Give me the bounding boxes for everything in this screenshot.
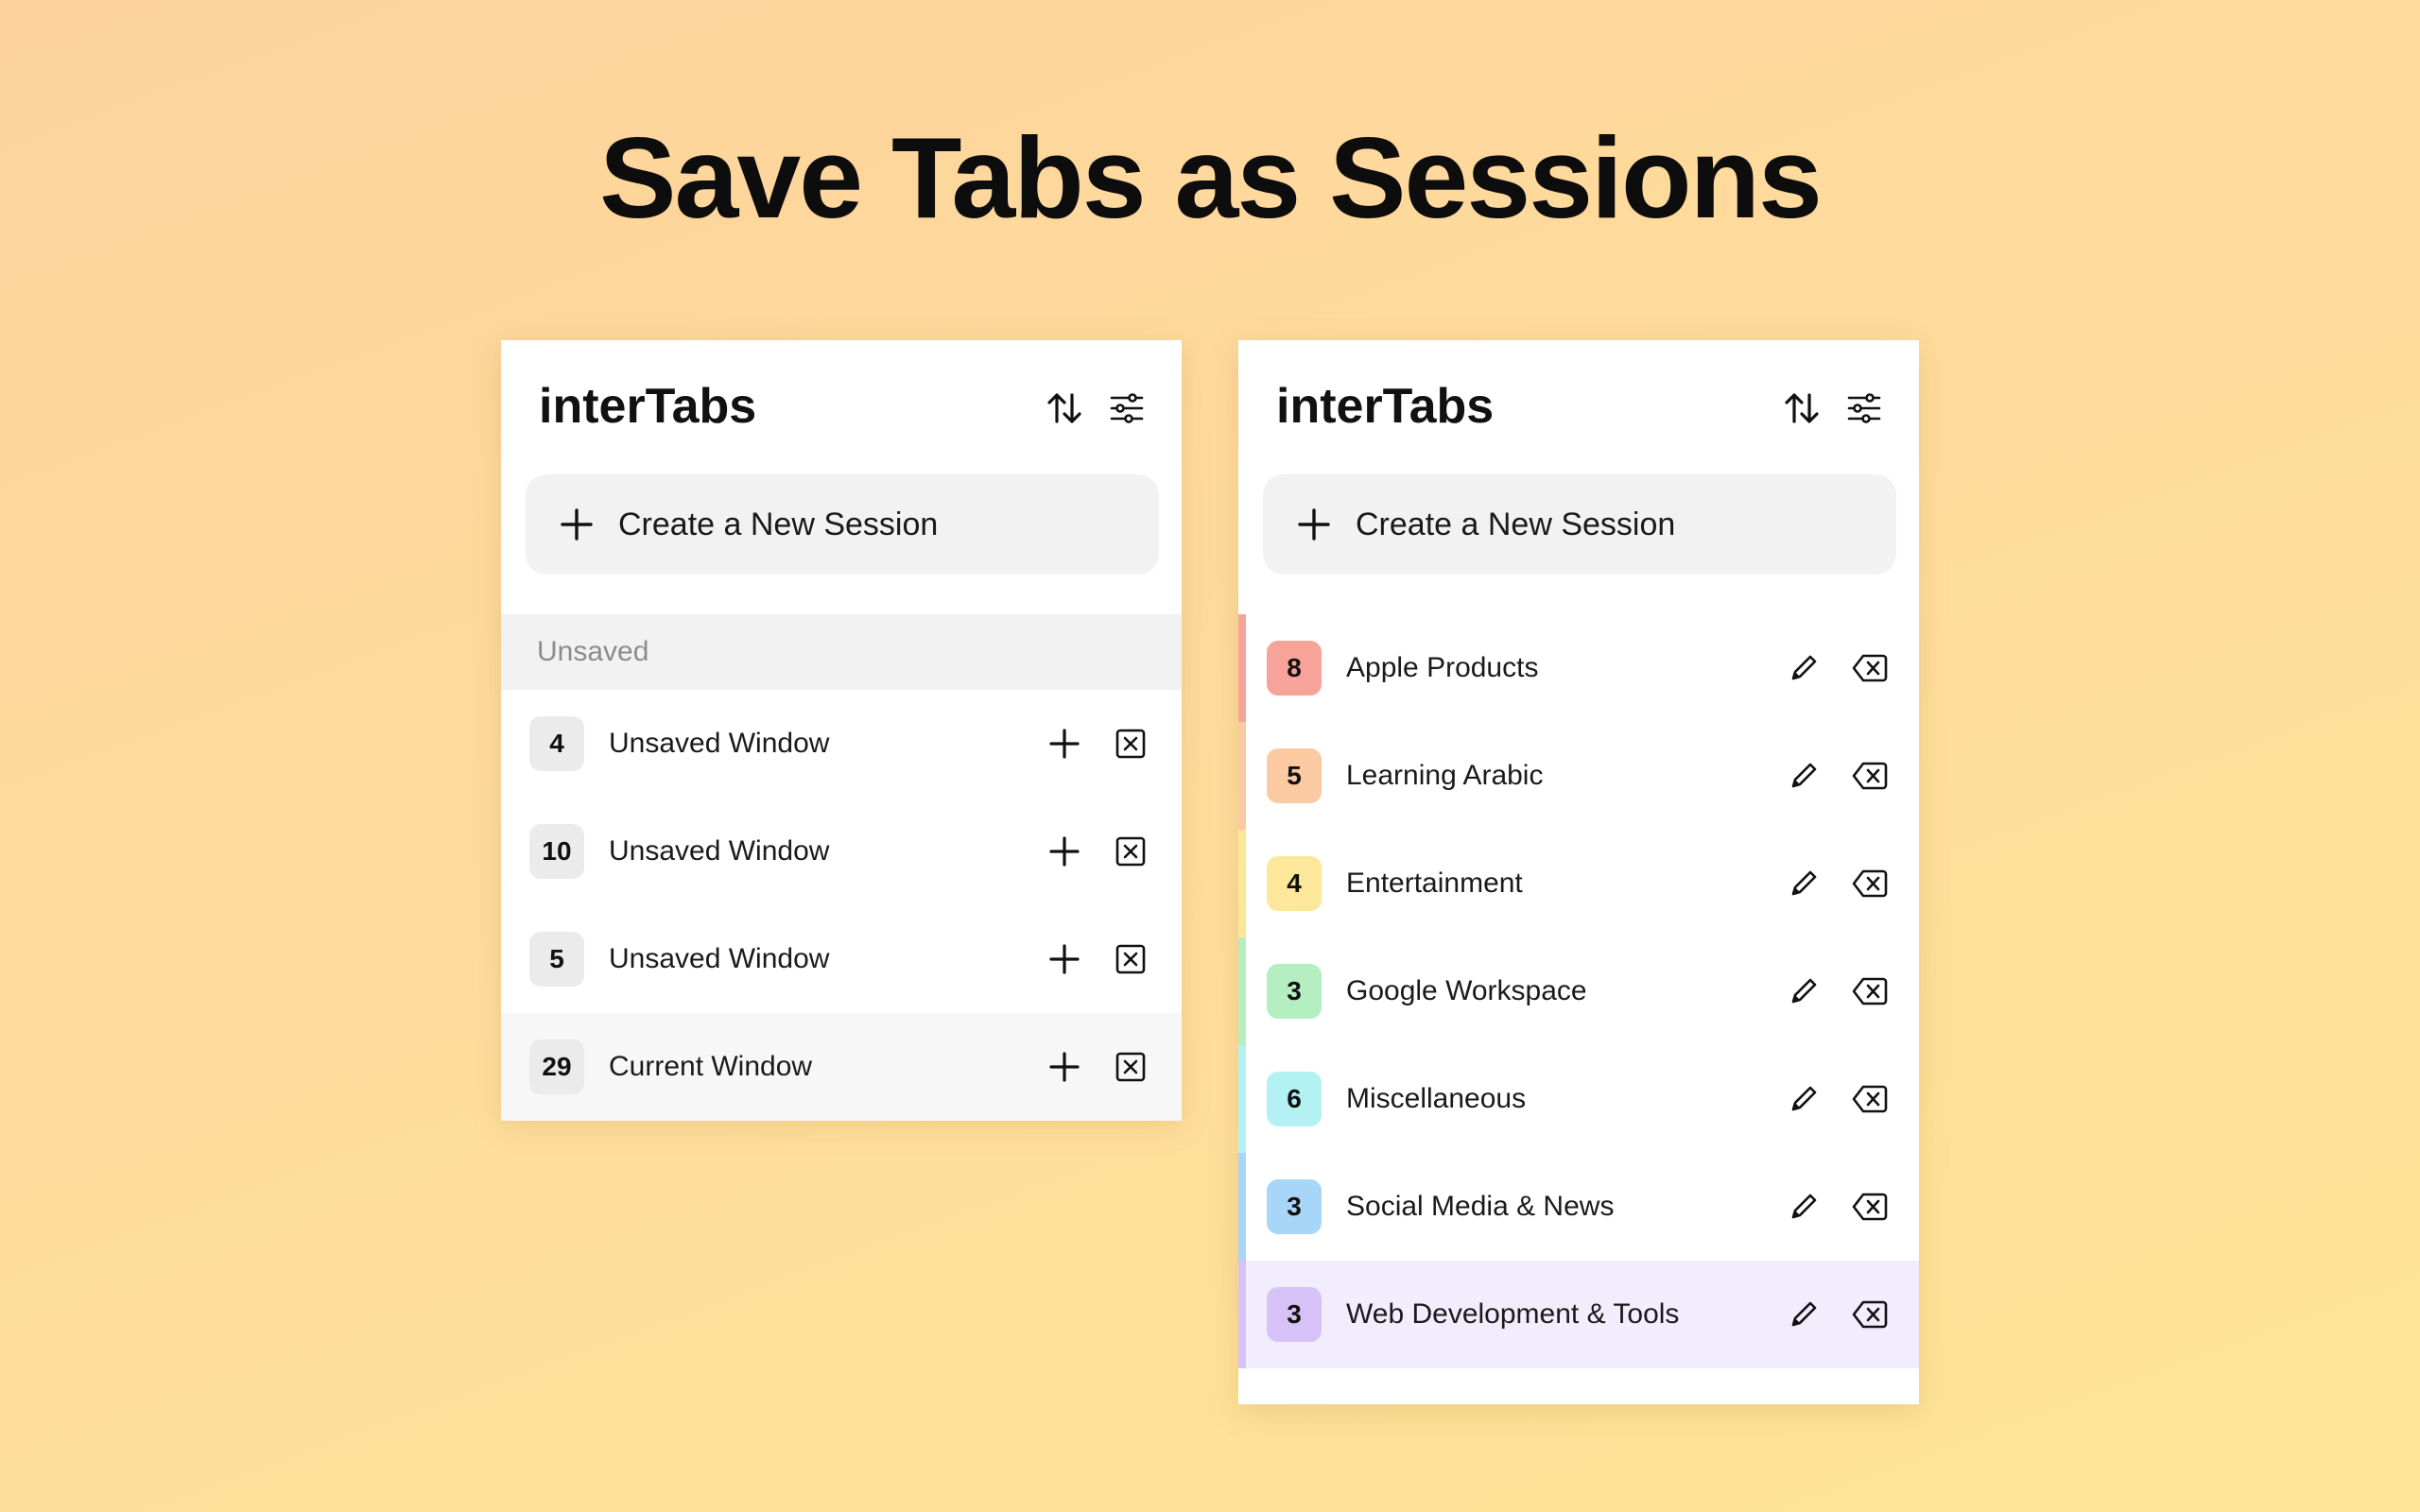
- edit-pencil-icon[interactable]: [1781, 861, 1826, 906]
- save-window-plus-icon[interactable]: [1042, 829, 1087, 874]
- tab-count-badge: 29: [529, 1040, 584, 1094]
- session-label: Web Development & Tools: [1346, 1298, 1680, 1330]
- saved-sessions-panel: interTabs Create a New Session 8 Apple Pr…: [1238, 340, 1919, 1404]
- tab-count-badge: 10: [529, 824, 584, 879]
- create-session-button[interactable]: Create a New Session: [526, 474, 1159, 575]
- create-session-label: Create a New Session: [1356, 506, 1676, 542]
- session-row[interactable]: 4 Entertainment: [1238, 830, 1919, 937]
- tab-count-badge: 4: [1267, 856, 1322, 911]
- window-label: Unsaved Window: [609, 943, 830, 974]
- tab-count-badge: 5: [529, 932, 584, 987]
- tab-count-badge: 5: [1267, 748, 1322, 803]
- session-color-stripe: [1238, 1261, 1246, 1368]
- save-window-plus-icon[interactable]: [1042, 721, 1087, 766]
- close-window-x-box-icon[interactable]: [1108, 721, 1153, 766]
- window-label: Unsaved Window: [609, 835, 830, 867]
- unsaved-windows-panel: interTabs Create a New Session Unsaved 4…: [501, 340, 1182, 1121]
- app-title: interTabs: [1276, 379, 1495, 434]
- window-row[interactable]: 5 Unsaved Window: [501, 905, 1182, 1013]
- unsaved-section-header: Unsaved: [501, 614, 1182, 690]
- section-label: Unsaved: [537, 636, 649, 667]
- sort-arrows-icon[interactable]: [1779, 386, 1824, 431]
- delete-backspace-icon[interactable]: [1847, 969, 1893, 1014]
- plus-icon: [1295, 506, 1333, 543]
- session-label: Learning Arabic: [1346, 760, 1544, 791]
- session-row[interactable]: 3 Social Media & News: [1238, 1153, 1919, 1261]
- session-row[interactable]: 6 Miscellaneous: [1238, 1045, 1919, 1153]
- session-label: Apple Products: [1346, 652, 1539, 683]
- panel-header: interTabs: [1238, 340, 1919, 472]
- tab-count-badge: 3: [1267, 1179, 1322, 1234]
- delete-backspace-icon[interactable]: [1847, 861, 1893, 906]
- create-session-label: Create a New Session: [618, 506, 939, 542]
- session-list: 8 Apple Products 5 Learning Arabic 4 Entertai…: [1238, 614, 1919, 1368]
- save-window-plus-icon[interactable]: [1042, 1044, 1087, 1090]
- panel-header: interTabs: [501, 340, 1182, 472]
- sliders-icon[interactable]: [1841, 386, 1887, 431]
- headline: Save Tabs as Sessions: [599, 113, 1823, 242]
- session-color-stripe: [1238, 614, 1246, 722]
- close-window-x-box-icon[interactable]: [1108, 829, 1153, 874]
- session-color-stripe: [1238, 830, 1246, 937]
- unsaved-window-list: 4 Unsaved Window 10 Unsaved Window 5 Uns…: [501, 690, 1182, 1121]
- session-row[interactable]: 3 Google Workspace: [1238, 937, 1919, 1045]
- delete-backspace-icon[interactable]: [1847, 1292, 1893, 1337]
- session-color-stripe: [1238, 937, 1246, 1045]
- app-title: interTabs: [539, 379, 757, 434]
- edit-pencil-icon[interactable]: [1781, 645, 1826, 691]
- delete-backspace-icon[interactable]: [1847, 1076, 1893, 1122]
- edit-pencil-icon[interactable]: [1781, 753, 1826, 799]
- edit-pencil-icon[interactable]: [1781, 1076, 1826, 1122]
- tab-count-badge: 4: [529, 716, 584, 771]
- tab-count-badge: 8: [1267, 641, 1322, 696]
- create-session-button[interactable]: Create a New Session: [1263, 474, 1896, 575]
- edit-pencil-icon[interactable]: [1781, 1292, 1826, 1337]
- session-row[interactable]: 8 Apple Products: [1238, 614, 1919, 722]
- close-window-x-box-icon[interactable]: [1108, 1044, 1153, 1090]
- delete-backspace-icon[interactable]: [1847, 1184, 1893, 1229]
- delete-backspace-icon[interactable]: [1847, 753, 1893, 799]
- session-label: Google Workspace: [1346, 975, 1587, 1006]
- current-window-row[interactable]: 29 Current Window: [501, 1013, 1182, 1121]
- session-color-stripe: [1238, 1045, 1246, 1153]
- session-color-stripe: [1238, 1153, 1246, 1261]
- session-row[interactable]: 5 Learning Arabic: [1238, 722, 1919, 830]
- session-label: Miscellaneous: [1346, 1083, 1527, 1114]
- sliders-icon[interactable]: [1104, 386, 1150, 431]
- window-label: Current Window: [609, 1051, 813, 1082]
- tab-count-badge: 6: [1267, 1072, 1322, 1126]
- edit-pencil-icon[interactable]: [1781, 1184, 1826, 1229]
- tab-count-badge: 3: [1267, 964, 1322, 1019]
- plus-icon: [558, 506, 596, 543]
- delete-backspace-icon[interactable]: [1847, 645, 1893, 691]
- session-label: Social Media & News: [1346, 1191, 1615, 1222]
- window-row[interactable]: 4 Unsaved Window: [501, 690, 1182, 798]
- tab-count-badge: 3: [1267, 1287, 1322, 1342]
- save-window-plus-icon[interactable]: [1042, 936, 1087, 982]
- close-window-x-box-icon[interactable]: [1108, 936, 1153, 982]
- edit-pencil-icon[interactable]: [1781, 969, 1826, 1014]
- session-color-stripe: [1238, 722, 1246, 830]
- sort-arrows-icon[interactable]: [1042, 386, 1087, 431]
- window-row[interactable]: 10 Unsaved Window: [501, 798, 1182, 905]
- session-label: Entertainment: [1346, 868, 1523, 899]
- window-label: Unsaved Window: [609, 728, 830, 759]
- session-row[interactable]: 3 Web Development & Tools: [1238, 1261, 1919, 1368]
